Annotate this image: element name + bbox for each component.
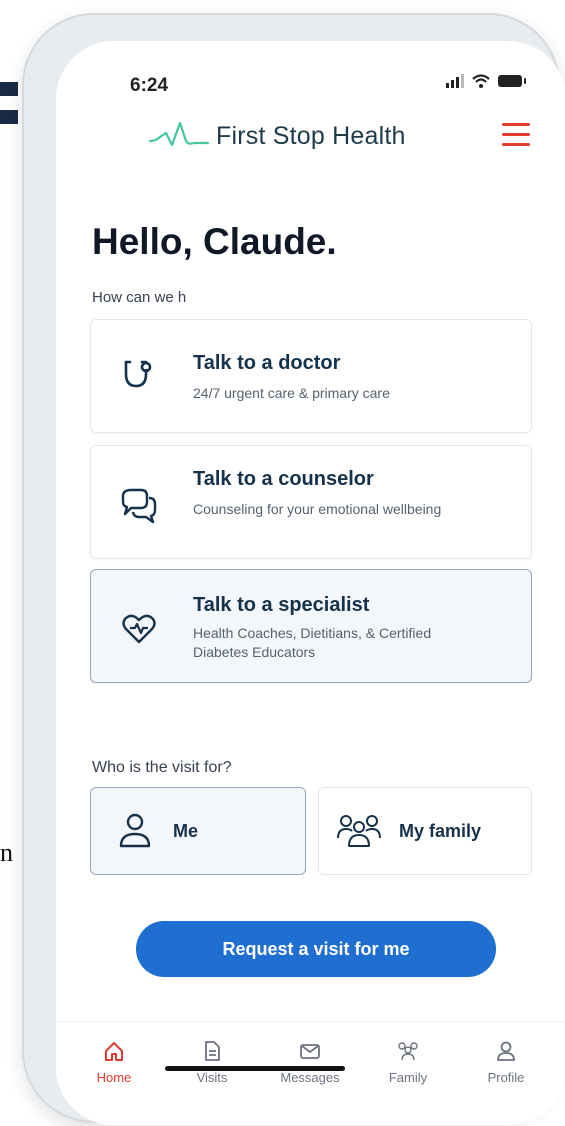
chat-bubbles-icon: [121, 488, 157, 524]
tab-profile[interactable]: Profile: [466, 1040, 546, 1085]
visit-option-me[interactable]: Me: [90, 787, 306, 875]
status-icons: [446, 74, 526, 88]
heartbeat-logo-icon: [148, 121, 210, 147]
bottom-tab-bar: Home Visits Messages Family Profile: [56, 1021, 565, 1125]
tab-label: Home: [96, 1070, 132, 1085]
tab-visits[interactable]: Visits: [172, 1040, 252, 1085]
tab-label: Family: [388, 1070, 428, 1085]
envelope-icon: [300, 1044, 320, 1059]
request-visit-button[interactable]: Request a visit for me: [136, 921, 496, 977]
hamburger-menu-icon[interactable]: [502, 123, 530, 147]
tab-messages[interactable]: Messages: [270, 1040, 350, 1085]
visit-question: Who is the visit for?: [92, 759, 232, 776]
app-header: First Stop Health: [56, 109, 565, 163]
service-title: Talk to a doctor: [193, 352, 341, 374]
person-icon: [497, 1041, 515, 1061]
person-icon: [119, 813, 151, 848]
brand-name: First Stop Health: [216, 121, 406, 150]
tab-label: Visits: [196, 1070, 228, 1085]
service-description: 24/7 urgent care & primary care: [193, 385, 390, 401]
phone-screen: 6:24 First Stop Health Hello, Claude. Ho…: [56, 41, 565, 1125]
visit-option-label: My family: [399, 821, 482, 841]
greeting-heading: Hello, Claude.: [92, 221, 337, 262]
status-bar: 6:24: [56, 41, 565, 96]
signal-icon: [446, 74, 464, 88]
tab-family[interactable]: Family: [368, 1040, 448, 1085]
edge-colon-mark: [0, 74, 22, 134]
brand-logo: First Stop Health: [148, 119, 406, 153]
visit-option-label: Me: [173, 821, 199, 841]
heart-hands-icon: [122, 614, 156, 644]
service-card-counselor[interactable]: Talk to a counselor Counseling for your …: [90, 445, 532, 559]
family-icon: [337, 815, 381, 847]
service-description: Health Coaches, Dietitians, & Certified …: [193, 625, 432, 660]
home-icon: [105, 1042, 123, 1061]
phone-frame: 6:24 First Stop Health Hello, Claude. Ho…: [22, 13, 565, 1125]
tab-label: Profile: [487, 1070, 525, 1085]
service-title: Talk to a counselor: [193, 468, 374, 490]
service-card-specialist[interactable]: Talk to a specialist Health Coaches, Die…: [90, 569, 532, 683]
document-icon: [205, 1041, 220, 1061]
edge-letter-fragment: n: [0, 838, 13, 867]
service-card-doctor[interactable]: Talk to a doctor 24/7 urgent care & prim…: [90, 319, 532, 433]
family-icon: [398, 1042, 418, 1061]
status-time: 6:24: [130, 75, 169, 96]
tab-home[interactable]: Home: [74, 1040, 154, 1085]
wifi-icon: [472, 74, 490, 88]
tab-label: Messages: [280, 1070, 340, 1085]
greeting-subtitle: How can we h: [92, 289, 187, 306]
home-indicator: [165, 1066, 345, 1071]
battery-icon: [498, 75, 526, 87]
service-title: Talk to a specialist: [193, 594, 370, 616]
service-description: Counseling for your emotional wellbeing: [193, 501, 442, 517]
visit-option-family[interactable]: My family: [318, 787, 532, 875]
stethoscope-icon: [124, 360, 152, 388]
